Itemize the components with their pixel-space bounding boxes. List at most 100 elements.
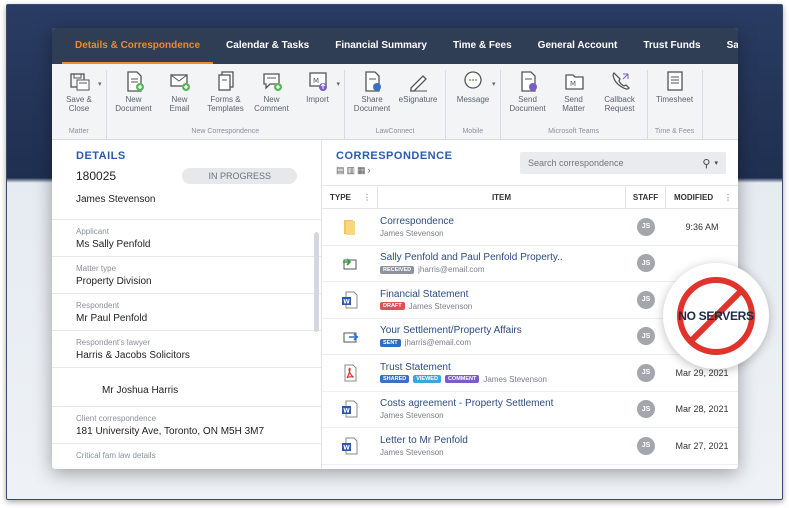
ribbon-button-label: New Comment [254,95,289,113]
item-title[interactable]: Financial Statement [380,289,626,300]
col-staff[interactable]: STAFF [626,186,666,208]
status-tag: SHARED [380,375,410,384]
word-doc-icon: W [322,437,378,455]
detail-field[interactable]: Critical fam law details [52,443,321,466]
content-panels: DETAILS 180025 IN PROGRESS James Stevens… [52,140,738,469]
ribbon-group-items: Share Document eSignature [349,70,441,113]
detail-field[interactable]: Applicant Ms Sally Penfold [52,219,321,256]
forms-button[interactable]: Forms & Templates [203,70,249,113]
detail-field[interactable]: Client correspondence 181 University Ave,… [52,406,321,443]
send-matter-button[interactable]: M Send Matter [551,70,597,113]
new-comment-icon [262,73,282,91]
table-row[interactable]: Correspondence James Stevenson JS 9:36 AM [322,209,738,246]
tab-trust-funds[interactable]: Trust Funds [630,28,713,64]
search-box: ⚲ ▾ [520,152,726,174]
svg-text:W: W [343,444,350,451]
tab-general-account[interactable]: General Account [525,28,631,64]
tab-safe-custody[interactable]: Safe Custody [714,28,738,64]
tab-financial-summary[interactable]: Financial Summary [322,28,440,64]
detail-field[interactable]: Mr Joshua Harris [52,367,321,406]
detail-field-label: Client correspondence [76,414,157,423]
details-scrollbar[interactable] [314,232,319,332]
correspondence-title: CORRESPONDENCE [336,150,453,162]
esignature-icon [410,75,428,92]
col-type[interactable]: TYPE ⋮ [322,186,378,208]
detail-field-value: Property Division [76,276,152,287]
modified-cell: Mar 27, 2021 [675,440,729,451]
item-author: James Stevenson [408,301,473,311]
chevron-down-icon[interactable]: ▾ [714,159,718,167]
ribbon-group-title: Microsoft Teams [548,128,599,135]
detail-field-label: Respondent's lawyer [76,338,151,347]
client-name: James Stevenson [76,194,156,205]
detail-field-value: Harris & Jacobs Solicitors [76,350,190,361]
save-button[interactable]: Save & Close [56,70,102,113]
detail-field[interactable]: Respondent's lawyer Harris & Jacobs Solic… [52,330,321,367]
item-cell: Letter to Mr Penfold James Stevenson [378,435,626,457]
no-servers-text: NO SERVERS [678,309,754,323]
item-title[interactable]: Your Settlement/Property Affairs [380,325,626,336]
tab-details-correspondence[interactable]: Details & Correspondence [62,28,214,64]
ribbon-button-label: Import [306,95,329,104]
received-email-icon [322,254,378,272]
detail-field-label: Applicant [76,227,109,236]
ribbon-group-title: Matter [68,128,89,135]
chevron-down-icon[interactable]: ▾ [337,80,341,113]
ribbon-group-items: Message ▾ [450,70,496,104]
col-item[interactable]: ITEM [378,186,626,208]
detail-field[interactable]: Respondent Mr Paul Penfold [52,293,321,330]
print-icon[interactable]: ▦ [357,165,368,175]
table-row[interactable]: W Costs agreement - Property Settlement Ja… [322,392,738,428]
message-button[interactable]: Message [450,70,496,104]
send-document-button[interactable]: Send Document [505,70,551,113]
timesheet-button[interactable]: Timesheet [652,70,698,104]
ribbon-group-mobile: Message ▾ Mobile [446,70,501,139]
chevron-down-icon[interactable]: ▾ [98,80,102,113]
item-title[interactable]: Costs agreement - Property Settlement [380,398,626,409]
search-icon[interactable]: ⚲ [702,157,710,170]
new-email-button[interactable]: New Email [157,70,203,113]
status-tag: RECEIVED [380,265,415,274]
ribbon-group-lawconnect: Share Document eSignature LawConnect [345,70,447,139]
folder-icon [322,218,378,236]
chevron-down-icon[interactable]: ▾ [492,80,496,104]
ribbon-group-microsoft-teams: Send Document M Send Matter Callback Reques… [501,70,648,139]
list-view-icon[interactable]: ▥ [347,165,358,175]
timesheet-icon [666,71,683,91]
detail-field[interactable]: Matter type Property Division [52,256,321,293]
ribbon-group-items: Send Document M Send Matter Callback Reques… [505,70,643,113]
table-row[interactable]: Trust Statement SHARED VIEWED COMMENT James … [322,355,738,392]
expand-icon[interactable]: › [368,165,373,175]
new-document-button[interactable]: New Document [111,70,157,113]
search-input[interactable] [528,158,703,168]
modified-cell: 9:36 AM [685,221,719,232]
staff-cell: JS [626,290,666,309]
callback-button[interactable]: Callback Request [597,70,643,113]
svg-text:M: M [313,77,319,85]
ribbon-group-new-correspondence: New Document New Email Forms & Templates Ne… [107,70,346,139]
item-title[interactable]: Trust Statement [380,362,626,373]
status-badge[interactable]: IN PROGRESS [182,168,297,184]
details-title: DETAILS [76,150,126,162]
item-title[interactable]: Correspondence [380,216,626,227]
item-cell: Sally Penfold and Paul Penfold Property.… [378,252,626,274]
tab-calendar-tasks[interactable]: Calendar & Tasks [213,28,322,64]
item-title[interactable]: Sally Penfold and Paul Penfold Property.… [380,252,626,263]
item-meta: SHARED VIEWED COMMENT James Stevenson [380,375,626,384]
share-document-button[interactable]: Share Document [349,70,395,113]
tab-time-fees[interactable]: Time & Fees [440,28,525,64]
ribbon-group-matter: Save & Close ▾ Matter [52,70,107,139]
table-row[interactable]: W Letter to Mr Penfold James Stevenson JS Ma… [322,428,738,465]
import-button[interactable]: M Import [295,70,341,113]
item-title[interactable]: Letter to Mr Penfold [380,435,626,446]
svg-text:M: M [570,80,576,88]
correspondence-tools: ▤▥▦› [336,165,452,176]
item-author: jharris@email.com [404,338,472,348]
col-modified[interactable]: MODIFIED ⋮ [666,186,738,208]
new-comment-button[interactable]: New Comment [249,70,295,113]
ribbon-group-items: Timesheet [652,70,698,104]
folder-view-icon[interactable]: ▤ [336,165,347,175]
ribbon-toolbar: Save & Close ▾ Matter New Document New Email… [52,64,738,140]
esignature-button[interactable]: eSignature [395,70,441,113]
matter-row: 180025 IN PROGRESS [76,168,297,184]
